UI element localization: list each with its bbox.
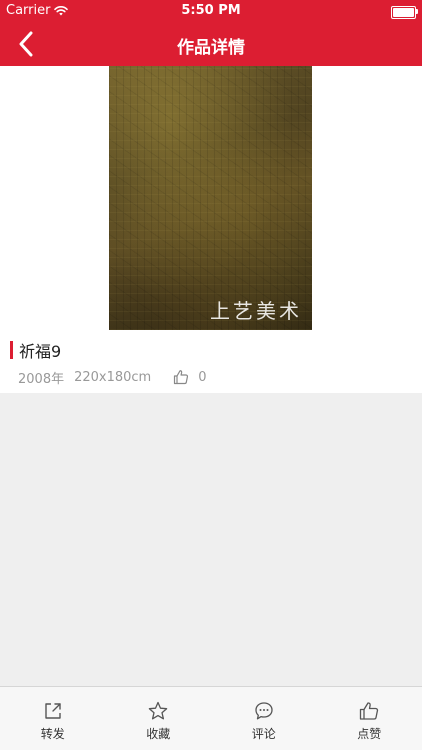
artwork-image[interactable]: 上艺美术	[109, 66, 312, 330]
like-count: 0	[198, 369, 207, 385]
like-tab[interactable]: 点赞	[317, 687, 422, 750]
status-time: 5:50 PM	[181, 3, 241, 18]
status-bar: Carrier 5:50 PM	[0, 0, 422, 22]
like-count-button[interactable]: 0	[173, 369, 207, 385]
thumbs-up-icon	[174, 370, 189, 385]
artwork-title: 祈福9	[19, 342, 62, 361]
chevron-left-icon	[19, 31, 33, 57]
like-tab-label: 点赞	[357, 727, 382, 741]
battery-icon	[391, 6, 418, 19]
favorite-tab-label: 收藏	[146, 727, 171, 741]
comment-icon	[255, 702, 273, 720]
back-button[interactable]	[10, 28, 42, 60]
title-accent-bar	[10, 341, 13, 359]
artwork-meta: 2008年 220x180cm 0	[18, 368, 207, 387]
share-tab[interactable]: 转发	[0, 687, 106, 750]
nav-bar: 作品详情	[0, 22, 422, 66]
artwork-dimensions: 220x180cm	[74, 369, 152, 385]
page-title: 作品详情	[177, 38, 245, 58]
app-header: Carrier 5:50 PM 作品详情	[0, 0, 422, 66]
artwork-watermark: 上艺美术	[210, 299, 302, 323]
share-icon	[45, 703, 61, 719]
favorite-tab[interactable]: 收藏	[106, 687, 212, 750]
star-icon	[149, 701, 168, 720]
share-tab-label: 转发	[40, 727, 65, 741]
artwork-title-row: 祈福9	[10, 340, 62, 361]
artwork-detail-card: 上艺美术 祈福9 2008年 220x180cm 0	[0, 66, 422, 393]
artwork-year: 2008年	[18, 371, 65, 387]
comment-tab-label: 评论	[251, 727, 276, 741]
artwork-texture	[109, 66, 312, 330]
comment-tab[interactable]: 评论	[211, 687, 317, 750]
bottom-tab-bar: 转发 收藏 评论 点赞	[0, 686, 422, 750]
thumbs-up-icon	[360, 702, 379, 720]
